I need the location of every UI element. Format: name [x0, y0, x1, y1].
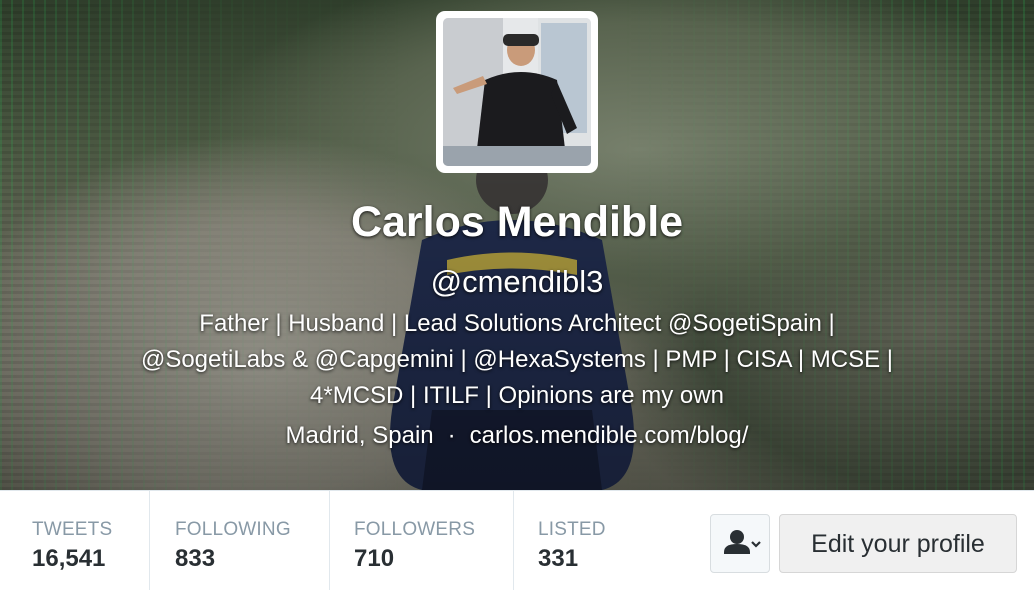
stat-listed[interactable]: LISTED 331: [514, 491, 674, 590]
stat-label: TWEETS: [32, 519, 113, 540]
user-actions-button[interactable]: [710, 514, 770, 573]
meta-separator: ·: [447, 422, 456, 449]
profile-name[interactable]: Carlos Mendible: [0, 198, 1034, 247]
stat-value: 833: [175, 545, 216, 572]
stat-following[interactable]: FOLLOWING 833: [150, 491, 330, 590]
profile-nav: TWEETS 16,541 FOLLOWING 833 FOLLOWERS 71…: [0, 490, 1034, 590]
stat-label: FOLLOWERS: [354, 519, 476, 540]
profile-bio: Father | Husband | Lead Solutions Archit…: [60, 306, 974, 414]
bio-line: Father | Husband | Lead Solutions Archit…: [199, 310, 835, 337]
profile-location: Madrid, Spain: [285, 422, 434, 449]
stat-value: 331: [538, 545, 579, 572]
profile-meta: Madrid, Spain · carlos.mendible.com/blog/: [0, 422, 1034, 450]
bio-line: 4*MCSD | ITILF | Opinions are my own: [310, 382, 724, 409]
stat-tweets[interactable]: TWEETS 16,541: [0, 491, 150, 590]
edit-profile-button[interactable]: Edit your profile: [779, 514, 1017, 573]
profile-website-link[interactable]: carlos.mendible.com/blog/: [470, 422, 749, 449]
bio-line: @SogetiLabs & @Capgemini | @HexaSystems …: [140, 346, 894, 373]
stat-label: LISTED: [538, 519, 606, 540]
profile-handle[interactable]: @cmendibl3: [0, 264, 1034, 300]
stat-label: FOLLOWING: [175, 519, 291, 540]
person-chevron-icon: [724, 530, 761, 554]
stat-value: 16,541: [32, 545, 106, 572]
profile-header: Carlos Mendible @cmendibl3 Father | Husb…: [0, 0, 1034, 490]
avatar[interactable]: [436, 11, 598, 173]
profile-photo: [443, 18, 591, 166]
stat-followers[interactable]: FOLLOWERS 710: [330, 491, 514, 590]
stat-value: 710: [354, 545, 395, 572]
